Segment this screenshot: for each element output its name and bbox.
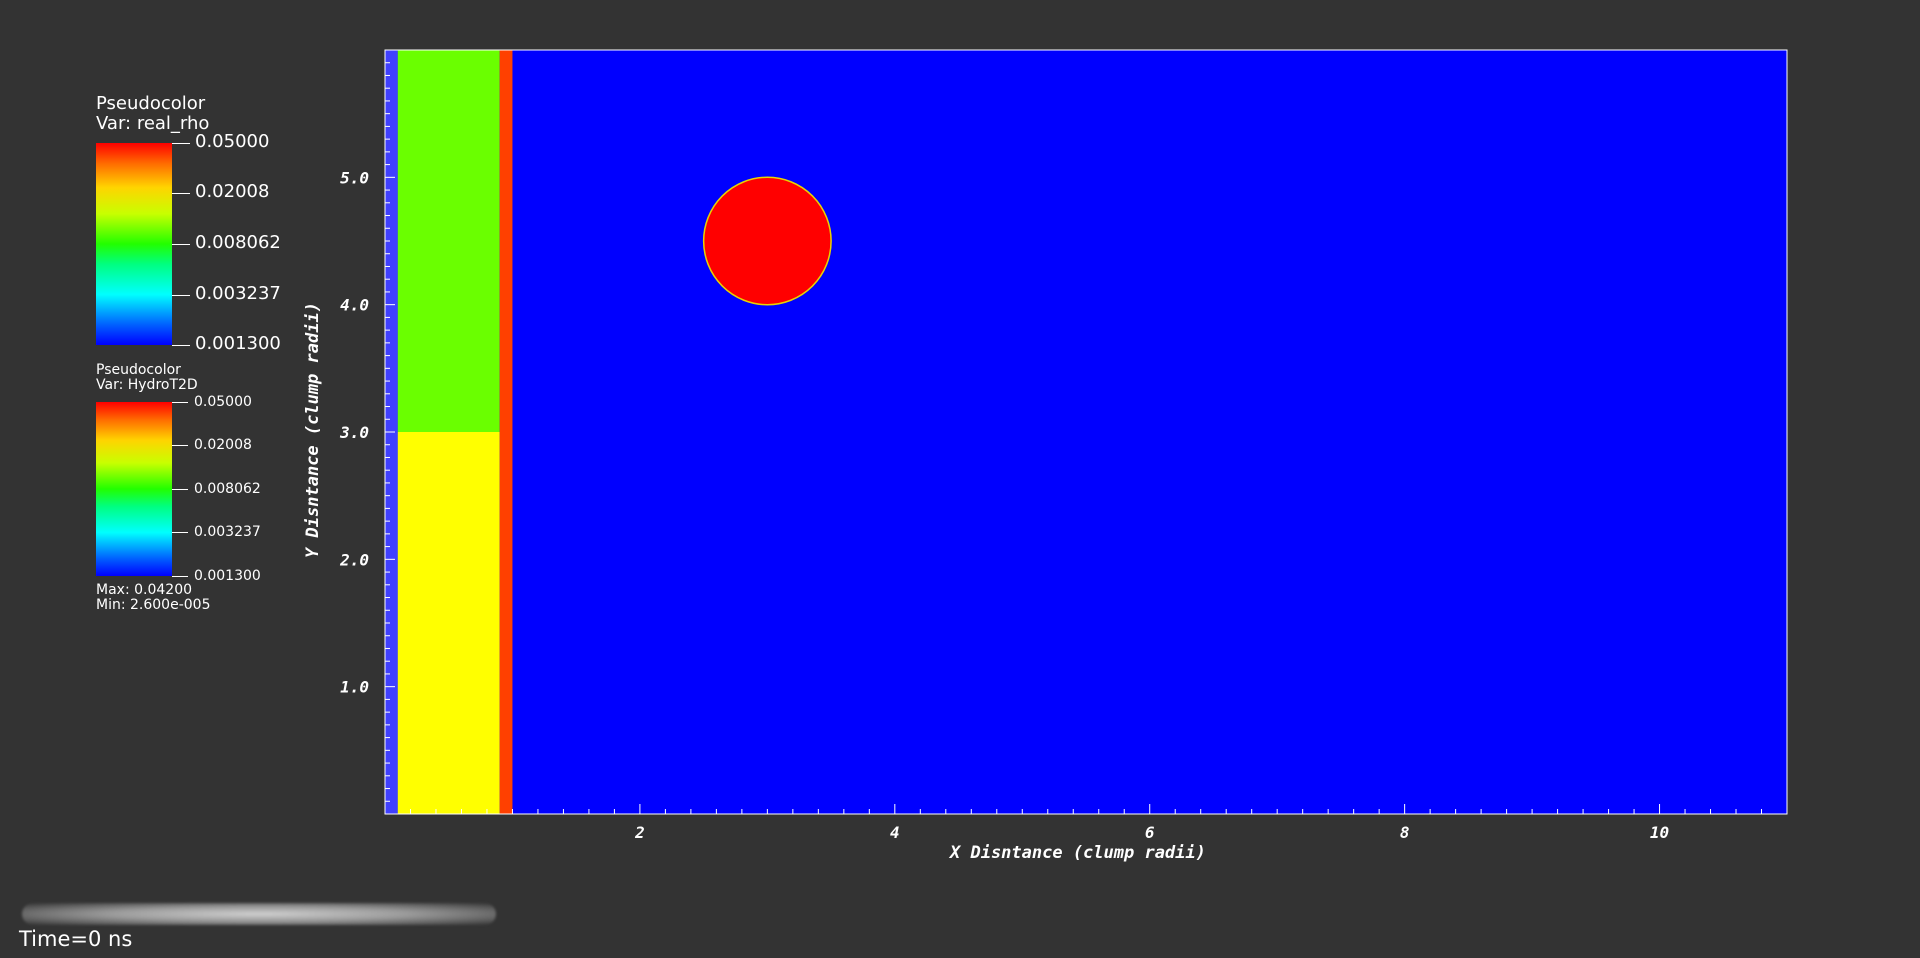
y-tick-label: 5.0	[340, 168, 369, 187]
y-tick-label: 2.0	[339, 550, 369, 569]
x-tick-label: 4	[890, 823, 900, 842]
y-axis-ticks: 1.0 2.0 3.0 4.0 5.0	[339, 49, 395, 815]
y-tick-label: 1.0	[340, 678, 369, 697]
material-regions	[385, 50, 513, 814]
region-orange-strip	[499, 50, 513, 814]
x-axis-label: X Disntance (clump radii)	[950, 843, 1206, 863]
x-tick-label: 6	[1145, 823, 1155, 842]
region-yellow-slab	[397, 432, 500, 814]
y-tick-label: 3.0	[339, 423, 369, 442]
x-tick-label: 10	[1650, 823, 1669, 842]
x-tick-label: 8	[1400, 823, 1410, 842]
time-label: Time=0 ns	[19, 927, 133, 951]
y-tick-label: 4.0	[340, 296, 369, 315]
clump-circle	[702, 176, 832, 306]
progress-bar	[22, 903, 496, 925]
x-tick-label: 2	[634, 823, 645, 842]
plot-background	[385, 50, 1787, 814]
y-axis-label: Y Disntance (clump radii)	[303, 302, 323, 558]
plot-canvas[interactable]: 2 4 6 8 10 1.0 2.0 3.0 4.0 5.0	[0, 0, 1920, 958]
region-green-slab	[397, 50, 500, 432]
